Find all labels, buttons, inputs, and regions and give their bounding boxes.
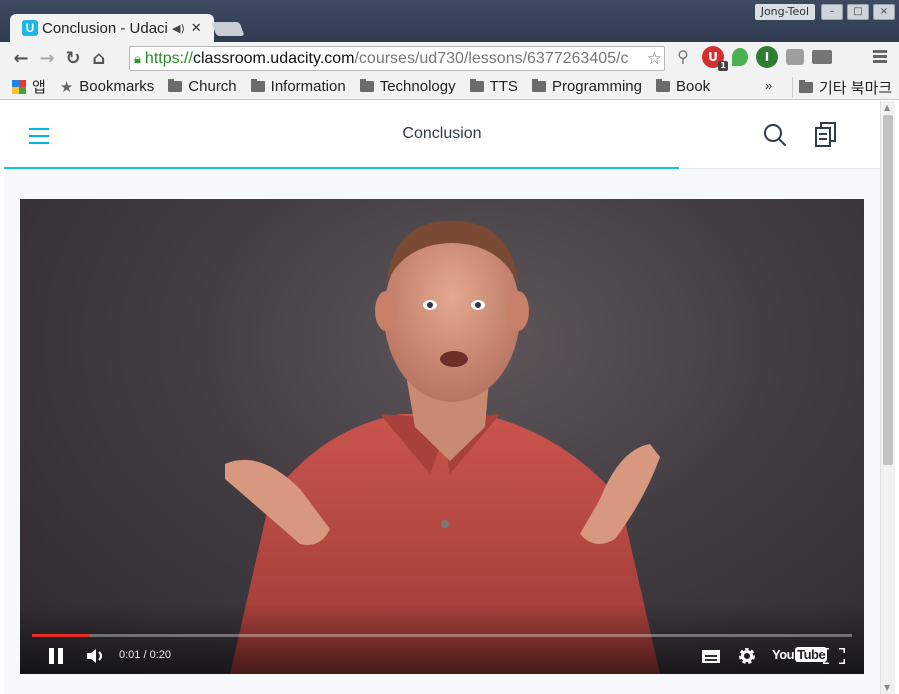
magnifier-extension-icon[interactable]: ⚲ — [672, 46, 694, 68]
window-titlebar: Jong-Teol – □ × U Conclusion - Udacity ◀… — [0, 0, 899, 42]
camera-extension-icon[interactable] — [786, 49, 804, 65]
minimize-button[interactable]: – — [821, 4, 843, 20]
folder-icon — [359, 79, 374, 92]
apps-grid-icon — [12, 79, 26, 94]
pushbullet-extension-icon[interactable]: I — [756, 46, 778, 68]
folder-icon — [655, 79, 670, 92]
bookmark-star-icon[interactable]: ☆ — [646, 49, 662, 69]
lesson-progress-bar — [4, 167, 880, 169]
youtube-logo-you: You — [772, 647, 795, 662]
star-icon: ★ — [59, 78, 74, 96]
bookmark-church[interactable]: Church — [168, 78, 237, 95]
browser-toolbar: ← → ↻ ⌂ 🔒︎ https:// classroom.udacity.co… — [0, 42, 899, 74]
leaf-extension-icon[interactable] — [732, 48, 748, 66]
url-path: /courses/ud730/lessons/6377263405/c — [354, 49, 629, 67]
instructor-video-frame — [225, 220, 660, 674]
bookmark-technology[interactable]: Technology — [359, 78, 456, 95]
forward-button[interactable]: → — [34, 48, 60, 69]
bookmark-label: Technology — [379, 78, 456, 95]
page-title: Conclusion — [402, 125, 482, 142]
video-time-display: 0:01 / 0:20 — [119, 649, 171, 661]
url-scheme: https:// — [144, 49, 193, 67]
scroll-thumb[interactable] — [883, 115, 893, 465]
bookmark-label: Book — [675, 78, 711, 95]
settings-gear-icon[interactable] — [737, 646, 757, 666]
volume-icon[interactable] — [87, 648, 107, 664]
profile-name[interactable]: Jong-Teol — [754, 4, 815, 20]
extension-badge: 1 — [718, 61, 728, 71]
reload-button[interactable]: ↻ — [60, 48, 86, 69]
lock-icon: 🔒︎ — [134, 50, 141, 66]
tag-extension-icon[interactable] — [812, 50, 832, 64]
back-button[interactable]: ← — [8, 48, 34, 69]
notes-icon[interactable] — [815, 122, 837, 148]
bookmark-label: 앱 — [32, 79, 46, 96]
page-scrollbar[interactable]: ▲ ▼ — [880, 101, 895, 694]
scroll-down-arrow-icon[interactable]: ▼ — [884, 683, 890, 692]
page-content: Conclusion 0:01 / 0:20 You Tube — [4, 101, 880, 694]
audio-playing-icon[interactable]: ◀) — [172, 22, 185, 35]
bookmark-information[interactable]: Information — [250, 78, 346, 95]
bookmarks-bar: 앱 ★ Bookmarks Church Information Technol… — [0, 74, 899, 100]
seek-bar[interactable] — [32, 634, 852, 637]
folder-icon — [168, 79, 183, 92]
fullscreen-icon[interactable] — [823, 648, 845, 664]
bookmark-label: Bookmarks — [79, 78, 155, 95]
bookmark-label: 기타 북마크 — [819, 80, 893, 97]
browser-tab-active[interactable]: U Conclusion - Udacity ◀) ✕ — [10, 14, 214, 42]
video-player[interactable]: 0:01 / 0:20 You Tube — [20, 199, 864, 674]
chrome-menu-icon[interactable] — [873, 50, 887, 65]
seek-bar-played — [32, 634, 90, 637]
captions-icon[interactable] — [702, 650, 720, 663]
bookmark-other[interactable]: 기타 북마크 — [792, 77, 892, 98]
lesson-progress-fill — [4, 167, 679, 169]
bookmark-bookmarks[interactable]: ★ Bookmarks — [60, 78, 154, 96]
close-window-button[interactable]: × — [873, 4, 895, 20]
folder-icon — [469, 79, 484, 92]
classroom-header: Conclusion — [4, 101, 880, 169]
bookmark-label: TTS — [489, 78, 518, 95]
pause-icon[interactable] — [48, 648, 64, 664]
bookmark-label: Information — [270, 78, 346, 95]
folder-icon — [250, 79, 265, 92]
bookmark-label: Programming — [551, 78, 642, 95]
home-button[interactable]: ⌂ — [86, 48, 112, 69]
scroll-up-arrow-icon[interactable]: ▲ — [884, 103, 890, 112]
udacity-favicon-icon: U — [22, 20, 38, 36]
youtube-logo[interactable]: You Tube — [772, 647, 828, 662]
new-tab-button[interactable] — [211, 22, 245, 36]
bookmark-programming[interactable]: Programming — [531, 78, 642, 95]
search-icon[interactable] — [763, 123, 787, 147]
ublock-extension-icon[interactable]: U 1 — [702, 46, 728, 71]
bookmarks-overflow-button[interactable]: » — [765, 78, 772, 93]
url-host: classroom.udacity.com — [192, 49, 355, 67]
bookmark-tts[interactable]: TTS — [469, 78, 518, 95]
maximize-button[interactable]: □ — [847, 4, 869, 20]
extension-icons: ⚲ U 1 I — [672, 46, 832, 71]
bookmark-label: Church — [188, 78, 237, 95]
tab-title: Conclusion - Udacity — [42, 19, 168, 37]
folder-icon — [531, 79, 546, 92]
address-bar[interactable]: 🔒︎ https:// classroom.udacity.com /cours… — [129, 46, 665, 71]
folder-icon — [799, 80, 813, 93]
tab-close-icon[interactable]: ✕ — [191, 21, 202, 36]
bookmark-apps[interactable]: 앱 — [12, 76, 46, 97]
bookmark-book[interactable]: Book — [655, 78, 711, 95]
